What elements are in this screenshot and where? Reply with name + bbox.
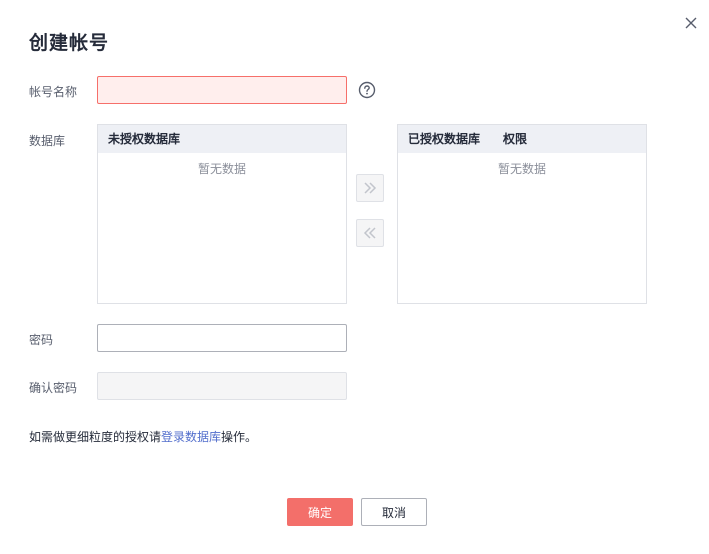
permission-header-label: 权限	[503, 132, 528, 146]
close-icon[interactable]	[682, 14, 700, 32]
login-database-link[interactable]: 登录数据库	[161, 430, 221, 444]
confirm-password-input[interactable]	[97, 372, 347, 400]
authorized-db-panel: 已授权数据库 权限 暂无数据	[397, 124, 647, 304]
double-chevron-left-icon	[363, 227, 376, 239]
hint-prefix: 如需做更细粒度的授权请	[29, 430, 162, 444]
move-left-button[interactable]	[356, 219, 384, 247]
double-chevron-right-icon	[364, 182, 377, 194]
password-label: 密码	[29, 333, 54, 347]
account-name-label: 帐号名称	[29, 85, 78, 99]
hint-suffix: 操作。	[221, 430, 258, 444]
unauthorized-db-panel: 未授权数据库 暂无数据	[97, 124, 347, 304]
unauthorized-db-header-label: 未授权数据库	[108, 132, 181, 146]
unauthorized-db-empty: 暂无数据	[197, 162, 246, 176]
confirm-password-label: 确认密码	[29, 381, 78, 395]
cancel-button[interactable]: 取消	[361, 498, 427, 526]
dialog-title: 创建帐号	[29, 32, 110, 54]
help-icon[interactable]	[358, 81, 376, 99]
authorized-db-header-label: 已授权数据库	[408, 132, 481, 146]
unauthorized-db-header: 未授权数据库	[98, 125, 346, 153]
confirm-button[interactable]: 确定	[287, 498, 353, 526]
move-right-button[interactable]	[356, 174, 384, 202]
account-name-input[interactable]	[97, 76, 347, 104]
create-account-dialog: 创建帐号 帐号名称 数据库 未授权数据库 暂无数据 已授权数据库 权限 暂无数据	[0, 0, 709, 554]
authorized-db-header: 已授权数据库 权限	[398, 125, 646, 153]
password-input[interactable]	[97, 324, 347, 352]
database-label: 数据库	[29, 134, 66, 148]
permission-hint: 如需做更细粒度的授权请登录数据库操作。	[29, 428, 257, 445]
authorized-db-empty: 暂无数据	[497, 162, 546, 176]
